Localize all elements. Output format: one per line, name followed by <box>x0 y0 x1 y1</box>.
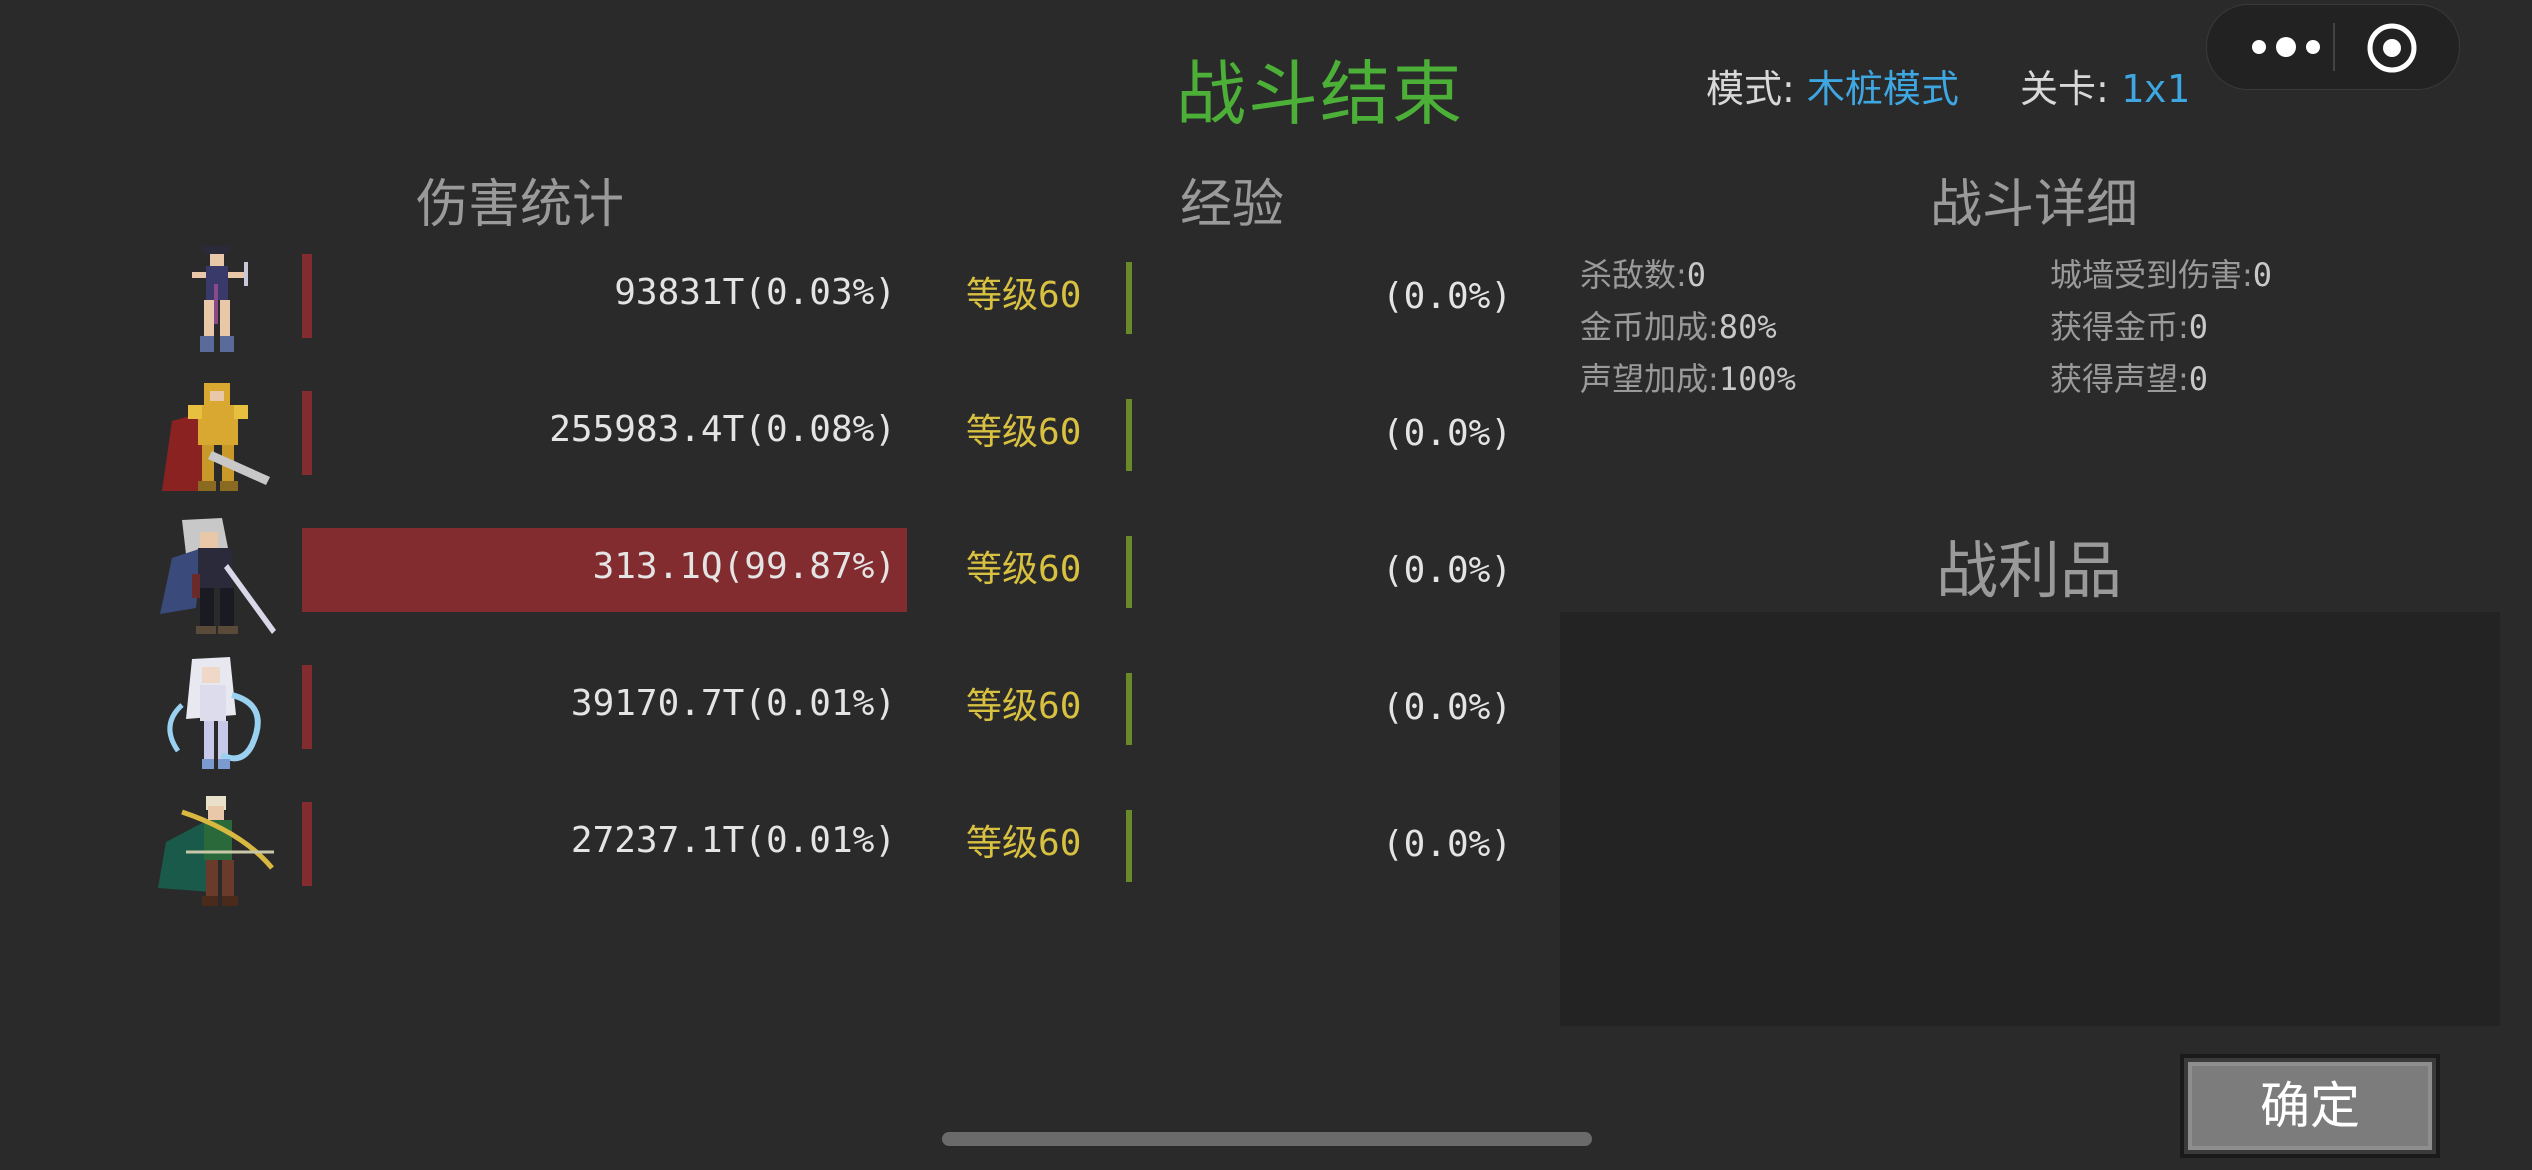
exp-bar: (0.0%) <box>1126 262 1522 334</box>
exp-text: (0.0%) <box>1381 276 1512 317</box>
gold-bonus-stat: 金币加成:80% <box>1580 308 1777 346</box>
exp-bar-fill <box>1126 262 1132 334</box>
battle-details-heading: 战斗详细 <box>1930 175 2139 235</box>
damage-text: 313.1Q(99.87%) <box>592 546 896 587</box>
fame-gain-stat: 获得声望:0 <box>2050 360 2209 398</box>
hero-swordsman-avatar <box>160 518 276 634</box>
mode-info: 模式: 木桩模式 <box>1706 58 1959 113</box>
damage-bar-fill <box>302 254 312 338</box>
battle-result-screen: 战斗结束 模式: 木桩模式 关卡: 1x1 伤害统计 经验 战斗详细 战利品 9… <box>0 0 2532 1170</box>
hero-row: 93831T(0.03%) 等级60 (0.0%) <box>0 244 1540 364</box>
more-dots-icon[interactable] <box>2241 29 2331 65</box>
hero-row: 313.1Q(99.87%) 等级60 (0.0%) <box>0 518 1540 638</box>
damage-bar-fill <box>302 665 312 749</box>
exp-bar-fill <box>1126 399 1132 471</box>
hero-ice-mage-avatar <box>167 657 261 769</box>
exp-text: (0.0%) <box>1381 550 1512 591</box>
damage-stats-heading: 伤害统计 <box>416 175 625 235</box>
kills-stat: 杀敌数:0 <box>1580 256 1707 294</box>
level-label: 等级60 <box>966 686 1082 727</box>
page-title: 战斗结束 <box>1176 53 1464 135</box>
hero-row: 255983.4T(0.08%) 等级60 (0.0%) <box>0 381 1540 501</box>
exp-text: (0.0%) <box>1381 824 1512 865</box>
exp-text: (0.0%) <box>1381 687 1512 728</box>
loot-panel <box>1560 612 2500 1026</box>
home-indicator[interactable] <box>942 1132 1592 1146</box>
gold-gain-stat: 获得金币:0 <box>2050 308 2209 346</box>
exp-heading: 经验 <box>1180 175 1285 235</box>
hero-row: 27237.1T(0.01%) 等级60 (0.0%) <box>0 792 1540 912</box>
exp-bar-fill <box>1126 536 1132 608</box>
exp-bar-fill <box>1126 810 1132 882</box>
exp-bar: (0.0%) <box>1126 673 1522 745</box>
confirm-button[interactable]: 确定 <box>2184 1058 2436 1154</box>
system-capsule <box>2206 4 2460 90</box>
hero-row: 39170.7T(0.01%) 等级60 (0.0%) <box>0 655 1540 775</box>
damage-bar: 39170.7T(0.01%) <box>302 665 908 749</box>
damage-text: 93831T(0.03%) <box>614 272 896 313</box>
exp-bar-fill <box>1126 673 1132 745</box>
exp-bar: (0.0%) <box>1126 399 1522 471</box>
damage-bar: 93831T(0.03%) <box>302 254 908 338</box>
loot-heading: 战利品 <box>1936 534 2123 607</box>
exp-text: (0.0%) <box>1381 413 1512 454</box>
mode-value: 木桩模式 <box>1806 67 1959 111</box>
level-label: 等级60 <box>966 823 1082 864</box>
hero-assassin-avatar <box>192 246 248 352</box>
wall-damage-stat: 城墙受到伤害:0 <box>2050 256 2273 294</box>
hero-archer-avatar <box>158 796 274 906</box>
damage-text: 255983.4T(0.08%) <box>549 409 896 450</box>
exp-bar: (0.0%) <box>1126 810 1522 882</box>
stage-value: 1x1 <box>2120 67 2190 111</box>
damage-bar-fill <box>302 802 312 886</box>
damage-bar-fill <box>302 391 312 475</box>
level-label: 等级60 <box>966 275 1082 316</box>
damage-bar: 313.1Q(99.87%) <box>302 528 908 612</box>
capsule-divider <box>2333 23 2335 71</box>
fame-bonus-stat: 声望加成:100% <box>1580 360 1796 398</box>
stage-info: 关卡: 1x1 <box>2020 58 2190 113</box>
stage-label: 关卡: <box>2020 67 2109 111</box>
damage-bar: 27237.1T(0.01%) <box>302 802 908 886</box>
damage-text: 27237.1T(0.01%) <box>570 820 896 861</box>
damage-text: 39170.7T(0.01%) <box>570 683 896 724</box>
target-circle-icon[interactable] <box>2365 21 2419 75</box>
level-label: 等级60 <box>966 412 1082 453</box>
mode-label: 模式: <box>1706 67 1795 111</box>
exp-bar: (0.0%) <box>1126 536 1522 608</box>
hero-knight-avatar <box>162 383 270 491</box>
level-label: 等级60 <box>966 549 1082 590</box>
damage-bar: 255983.4T(0.08%) <box>302 391 908 475</box>
